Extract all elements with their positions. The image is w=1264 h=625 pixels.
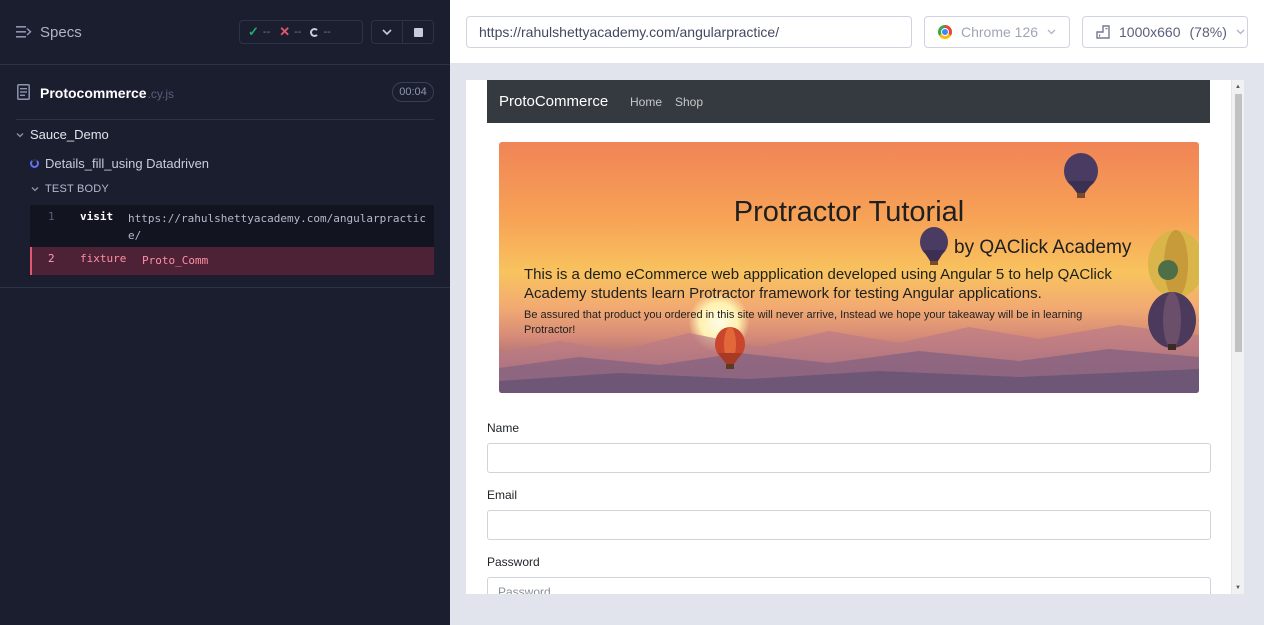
hero-title: Protractor Tutorial	[733, 196, 965, 228]
suite-title: Sauce_Demo	[30, 127, 109, 142]
test-title: Details_fill_using Datadriven	[45, 156, 210, 171]
passed-count: --	[262, 26, 271, 38]
document-icon	[17, 84, 30, 100]
app-brand[interactable]: ProtoCommerce	[499, 93, 608, 110]
specs-list-icon[interactable]	[16, 25, 32, 39]
email-label: Email	[487, 488, 518, 502]
viewport-scale: (78%)	[1189, 24, 1227, 40]
name-input[interactable]	[487, 443, 1211, 473]
name-label: Name	[487, 421, 520, 435]
command-message: https://rahulshettyacademy.com/angularpr…	[128, 212, 427, 242]
url-bar[interactable]: https://rahulshettyacademy.com/angularpr…	[466, 16, 912, 48]
viewport-ruler-icon	[1096, 25, 1110, 39]
stop-button[interactable]	[402, 21, 433, 43]
chevron-down-icon	[1236, 29, 1245, 35]
command-name: visit	[80, 210, 114, 223]
chevron-down-icon	[31, 187, 39, 192]
spec-file-row[interactable]: Protocommerce.cy.js 00:04	[0, 65, 450, 120]
app-iframe: ProtoCommerce Home Shop Protractor Tutor…	[466, 80, 1244, 594]
app-navbar: ProtoCommerce Home Shop	[487, 80, 1210, 123]
command-name: fixture	[80, 252, 127, 265]
command-number: 2	[48, 252, 55, 265]
command-message: Proto_Comm	[142, 254, 209, 267]
chevron-down-icon	[16, 132, 24, 137]
pending-stat: --	[310, 26, 331, 38]
chrome-icon	[938, 25, 952, 39]
password-input[interactable]: Password	[487, 577, 1211, 594]
divider	[0, 287, 450, 288]
hero-description: This is a demo eCommerce web appplicatio…	[524, 266, 1112, 302]
pending-icon	[310, 27, 320, 37]
password-label: Password	[487, 555, 540, 569]
check-icon: ✓	[248, 24, 259, 39]
suite-row[interactable]: Sauce_Demo	[16, 127, 109, 142]
browser-selector[interactable]: Chrome 126	[924, 16, 1070, 48]
test-body-header[interactable]: TEST BODY	[31, 183, 109, 195]
spec-file-extension: .cy.js	[147, 87, 175, 101]
viewport-size: 1000x660	[1119, 24, 1181, 40]
pending-count: --	[323, 26, 331, 38]
spec-file-name: Protocommerce.cy.js	[40, 85, 174, 101]
spec-duration-badge: 00:04	[392, 82, 434, 102]
stop-icon	[413, 27, 423, 37]
balloon-icon	[920, 227, 948, 265]
spec-file-basename: Protocommerce	[40, 85, 147, 101]
command-row-failed[interactable]: 2 fixture Proto_Comm	[30, 247, 434, 275]
chevron-down-icon	[1047, 29, 1056, 35]
test-row[interactable]: Details_fill_using Datadriven	[30, 156, 209, 171]
nav-shop-link[interactable]: Shop	[675, 95, 703, 109]
failed-count: --	[294, 26, 302, 38]
command-number: 1	[48, 210, 55, 223]
nav-home-link[interactable]: Home	[630, 95, 662, 109]
x-icon: ✕	[279, 24, 291, 39]
browser-name: Chrome 126	[961, 24, 1039, 40]
runner-controls	[371, 20, 434, 44]
passed-stat: ✓ --	[248, 24, 270, 40]
command-log-panel: Specs ✓ -- ✕ -- -- Protocommerce.cy.js 0…	[0, 0, 450, 625]
scroll-up-arrow-icon[interactable]: ▲	[1235, 84, 1241, 90]
collapse-button[interactable]	[372, 21, 402, 43]
failed-stat: ✕ --	[279, 24, 301, 40]
scroll-down-arrow-icon[interactable]: ▼	[1235, 585, 1241, 591]
hero-subtitle: by QAClick Academy	[954, 237, 1132, 258]
test-body-label: TEST BODY	[45, 183, 109, 195]
command-row[interactable]: 1 visit https://rahulshettyacademy.com/a…	[30, 205, 434, 247]
page-scrollbar[interactable]: ▲ ▼	[1231, 80, 1244, 594]
hero-note: Be assured that product you ordered in t…	[524, 309, 1083, 336]
viewport-selector[interactable]: 1000x660 (78%)	[1082, 16, 1248, 48]
test-stats: ✓ -- ✕ -- --	[239, 20, 363, 44]
divider	[16, 119, 434, 120]
specs-title[interactable]: Specs	[40, 24, 82, 41]
balloon-icon	[1064, 153, 1098, 198]
chevron-down-icon	[382, 28, 392, 35]
browser-toolbar: https://rahulshettyacademy.com/angularpr…	[450, 0, 1264, 64]
specs-header: Specs ✓ -- ✕ -- --	[0, 0, 450, 65]
email-input[interactable]	[487, 510, 1211, 540]
scrollbar-thumb[interactable]	[1235, 94, 1242, 352]
running-spinner-icon	[30, 159, 39, 168]
hero-banner: Protractor Tutorial by QAClick Academy T…	[499, 142, 1199, 393]
